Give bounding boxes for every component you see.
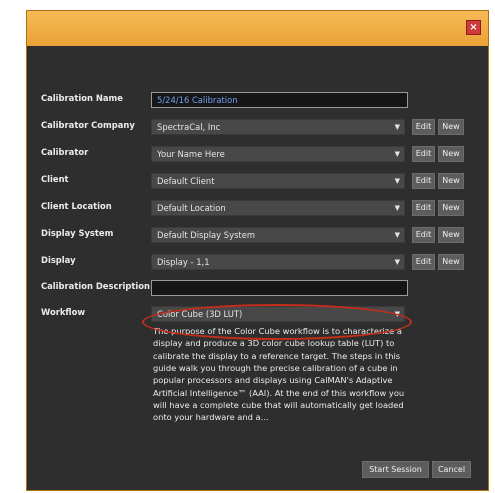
new-client-location-button[interactable]: New — [438, 200, 464, 216]
new-session-dialog: × Calibration Name 5/24/16 Calibration C… — [26, 10, 489, 491]
chevron-down-icon: ▼ — [394, 231, 400, 239]
edit-client-button[interactable]: Edit — [412, 173, 435, 189]
edit-calibrator-company-button[interactable]: Edit — [412, 119, 435, 135]
client-row: Client Default Client ▼ Edit New — [27, 172, 488, 190]
calibration-description-input[interactable] — [151, 280, 408, 296]
close-icon[interactable]: × — [466, 20, 481, 35]
client-label: Client — [41, 174, 69, 184]
new-display-system-button[interactable]: New — [438, 227, 464, 243]
calibrator-company-label: Calibrator Company — [41, 120, 135, 130]
display-label: Display — [41, 255, 76, 265]
workflow-select[interactable]: Color Cube (3D LUT) ▼ — [151, 306, 405, 322]
chevron-down-icon: ▼ — [394, 310, 400, 318]
calibrator-row: Calibrator Your Name Here ▼ Edit New — [27, 145, 488, 163]
calibrator-value: Your Name Here — [157, 149, 225, 159]
display-system-select[interactable]: Default Display System ▼ — [151, 227, 405, 243]
new-calibrator-company-button[interactable]: New — [438, 119, 464, 135]
workflow-value: Color Cube (3D LUT) — [157, 309, 243, 319]
title-bar: × — [27, 11, 488, 46]
edit-display-button[interactable]: Edit — [412, 254, 435, 270]
chevron-down-icon: ▼ — [394, 204, 400, 212]
edit-client-location-button[interactable]: Edit — [412, 200, 435, 216]
display-value: Display - 1,1 — [157, 257, 210, 267]
start-session-button[interactable]: Start Session — [362, 461, 429, 478]
new-calibrator-button[interactable]: New — [438, 146, 464, 162]
chevron-down-icon: ▼ — [394, 177, 400, 185]
workflow-row: Workflow Color Cube (3D LUT) ▼ — [27, 305, 488, 323]
display-row: Display Display - 1,1 ▼ Edit New — [27, 253, 488, 271]
workflow-description: The purpose of the Color Cube workflow i… — [153, 326, 405, 423]
display-system-value: Default Display System — [157, 230, 256, 240]
edit-calibrator-button[interactable]: Edit — [412, 146, 435, 162]
calibration-description-row: Calibration Description — [27, 279, 488, 297]
display-system-row: Display System Default Display System ▼ … — [27, 226, 488, 244]
calibration-name-label: Calibration Name — [41, 93, 123, 103]
calibration-description-label: Calibration Description — [41, 281, 150, 291]
calibration-name-row: Calibration Name 5/24/16 Calibration — [27, 91, 488, 109]
new-client-button[interactable]: New — [438, 173, 464, 189]
client-location-label: Client Location — [41, 201, 112, 211]
cancel-button[interactable]: Cancel — [432, 461, 471, 478]
workflow-label: Workflow — [41, 307, 86, 317]
chevron-down-icon: ▼ — [394, 123, 400, 131]
client-location-value: Default Location — [157, 203, 226, 213]
display-select[interactable]: Display - 1,1 ▼ — [151, 254, 405, 270]
calibrator-company-select[interactable]: SpectraCal, Inc ▼ — [151, 119, 405, 135]
calibrator-label: Calibrator — [41, 147, 89, 157]
client-location-select[interactable]: Default Location ▼ — [151, 200, 405, 216]
chevron-down-icon: ▼ — [394, 258, 400, 266]
calibration-name-input[interactable]: 5/24/16 Calibration — [151, 92, 408, 108]
calibrator-company-value: SpectraCal, Inc — [157, 122, 221, 132]
client-value: Default Client — [157, 176, 215, 186]
client-location-row: Client Location Default Location ▼ Edit … — [27, 199, 488, 217]
client-select[interactable]: Default Client ▼ — [151, 173, 405, 189]
calibrator-company-row: Calibrator Company SpectraCal, Inc ▼ Edi… — [27, 118, 488, 136]
display-system-label: Display System — [41, 228, 114, 238]
chevron-down-icon: ▼ — [394, 150, 400, 158]
calibrator-select[interactable]: Your Name Here ▼ — [151, 146, 405, 162]
edit-display-system-button[interactable]: Edit — [412, 227, 435, 243]
new-display-button[interactable]: New — [438, 254, 464, 270]
